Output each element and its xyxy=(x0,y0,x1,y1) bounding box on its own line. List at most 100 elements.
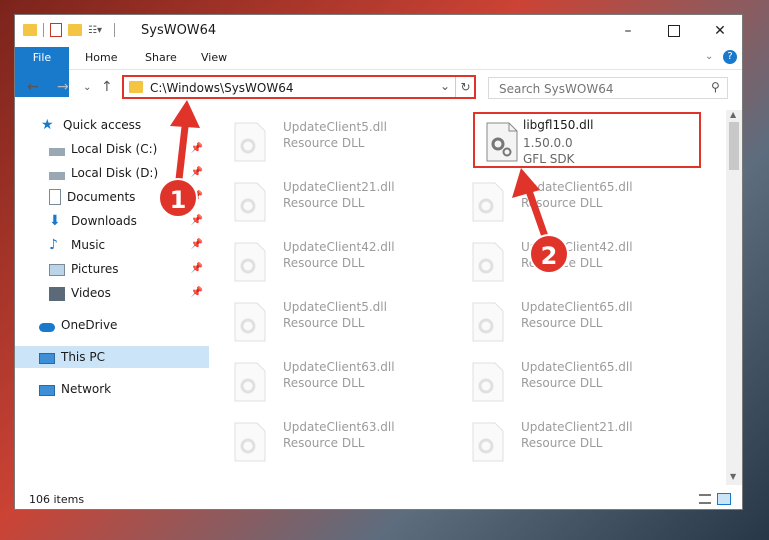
pin-icon[interactable]: 📌 xyxy=(191,210,203,232)
sidebar-item-label: Network xyxy=(61,382,112,396)
sidebar-item-label: Downloads xyxy=(71,214,137,228)
scrollbar-thumb[interactable] xyxy=(729,122,739,170)
dll-file-icon xyxy=(486,122,518,162)
pin-icon[interactable]: 📌 xyxy=(191,258,203,280)
item-count: 106 items xyxy=(29,493,85,506)
sidebar-item-label: Videos xyxy=(71,286,111,300)
computer-icon xyxy=(39,352,55,364)
file-item[interactable]: UpdateClient5.dll Resource DLL xyxy=(221,294,441,344)
file-item[interactable]: UpdateClient21.dll Resource DLL xyxy=(459,414,679,464)
minimize-button[interactable]: – xyxy=(605,15,651,47)
pin-icon[interactable]: 📌 xyxy=(191,282,203,304)
file-item[interactable]: UpdateClient63.dll Resource DLL xyxy=(221,414,441,464)
pin-icon[interactable]: 📌 xyxy=(191,162,203,184)
file-name: UpdateClient63.dll xyxy=(283,420,395,434)
sidebar-item-videos[interactable]: Videos 📌 xyxy=(15,282,209,304)
dll-file-icon xyxy=(472,242,504,282)
chevron-down-icon[interactable]: ⌄ xyxy=(705,51,713,62)
file-name: UpdateClient65.dll xyxy=(521,300,633,314)
dll-file-icon xyxy=(234,302,266,342)
pictures-icon xyxy=(49,264,65,276)
file-item[interactable]: UpdateClient21.dll Resource DLL xyxy=(221,174,441,224)
customize-icon[interactable]: ☷▾ xyxy=(88,25,102,36)
scroll-down-icon[interactable]: ▼ xyxy=(730,472,736,481)
up-button[interactable]: ↑ xyxy=(101,79,113,95)
sidebar-item-onedrive[interactable]: OneDrive xyxy=(15,314,209,336)
refresh-button[interactable]: ↻ xyxy=(455,77,475,97)
file-name: UpdateClient5.dll xyxy=(283,120,387,134)
star-icon: ★ xyxy=(41,117,54,133)
file-description: Resource DLL xyxy=(521,316,603,330)
music-note-icon: ♪ xyxy=(49,237,58,253)
drive-icon xyxy=(49,172,65,180)
search-icon[interactable]: ⚲ xyxy=(711,80,720,94)
file-description: Resource DLL xyxy=(283,196,365,210)
file-item[interactable]: UpdateClient42.dll Resource DLL xyxy=(459,234,679,284)
ribbon-tabs: File Home Share View ⌄ ? xyxy=(15,47,742,97)
forward-button[interactable]: → xyxy=(57,79,69,95)
file-item[interactable]: UpdateClient65.dll Resource DLL xyxy=(459,174,679,224)
file-name: UpdateClient42.dll xyxy=(283,240,395,254)
quick-access-toolbar: ☷▾ xyxy=(23,23,115,37)
large-icons-view-icon[interactable] xyxy=(717,493,731,505)
file-description: Resource DLL xyxy=(283,256,365,270)
divider xyxy=(113,23,115,37)
help-icon[interactable]: ? xyxy=(723,50,737,64)
details-view-icon[interactable] xyxy=(699,494,711,504)
sidebar-item-quick-access[interactable]: ★ Quick access xyxy=(15,114,209,136)
window-title: SysWOW64 xyxy=(141,23,217,38)
file-description: Resource DLL xyxy=(283,136,365,150)
download-arrow-icon: ⬇ xyxy=(49,213,61,229)
file-description: Resource DLL xyxy=(283,376,365,390)
maximize-button[interactable] xyxy=(651,15,697,47)
pin-icon[interactable]: 📌 xyxy=(191,234,203,256)
file-name: UpdateClient65.dll xyxy=(521,360,633,374)
film-icon xyxy=(49,286,65,301)
sidebar-item-music[interactable]: ♪ Music 📌 xyxy=(15,234,209,256)
status-bar: 106 items xyxy=(15,489,742,509)
file-description: Resource DLL xyxy=(283,316,365,330)
explorer-window: ☷▾ SysWOW64 – ✕ File Home Share View ⌄ ?… xyxy=(14,14,743,510)
file-item[interactable]: UpdateClient65.dll Resource DLL xyxy=(459,294,679,344)
properties-icon[interactable] xyxy=(50,23,62,37)
sidebar-item-this-pc[interactable]: This PC xyxy=(15,346,209,368)
sidebar-item-label: OneDrive xyxy=(61,318,118,332)
dll-file-icon xyxy=(234,122,266,162)
file-item[interactable]: UpdateClient42.dll Resource DLL xyxy=(221,234,441,284)
dll-file-icon xyxy=(472,302,504,342)
file-item[interactable]: UpdateClient65.dll Resource DLL xyxy=(459,354,679,404)
file-company: GFL SDK xyxy=(523,152,575,166)
navigation-pane: ★ Quick access Local Disk (C:) 📌 Local D… xyxy=(15,110,209,480)
dll-file-icon xyxy=(472,422,504,462)
address-bar[interactable]: C:\Windows\SysWOW64 ⌄ ↻ xyxy=(122,75,476,99)
title-bar: ☷▾ SysWOW64 – ✕ xyxy=(15,15,742,47)
file-item-libgfl150[interactable]: libgfl150.dll 1.50.0.0 GFL SDK xyxy=(473,112,701,168)
sidebar-item-pictures[interactable]: Pictures 📌 xyxy=(15,258,209,280)
vertical-scrollbar[interactable]: ▲ ▼ xyxy=(726,110,742,485)
sidebar-item-network[interactable]: Network xyxy=(15,378,209,400)
recent-locations-button[interactable]: ⌄ xyxy=(83,82,91,93)
file-description: Resource DLL xyxy=(283,436,365,450)
file-name: UpdateClient5.dll xyxy=(283,300,387,314)
back-button[interactable]: ← xyxy=(27,79,39,95)
tab-view[interactable]: View xyxy=(189,47,239,69)
dll-file-icon xyxy=(472,182,504,222)
tab-share[interactable]: Share xyxy=(133,47,189,69)
sidebar-item-label: Music xyxy=(71,238,106,252)
file-item[interactable]: UpdateClient5.dll Resource DLL xyxy=(221,114,441,164)
file-item[interactable]: UpdateClient63.dll Resource DLL xyxy=(221,354,441,404)
search-input[interactable] xyxy=(497,81,701,97)
sidebar-item-label: This PC xyxy=(61,350,105,364)
maximize-icon xyxy=(668,25,680,37)
tab-home[interactable]: Home xyxy=(73,47,129,69)
dll-file-icon xyxy=(234,242,266,282)
sidebar-item-local-disk-c[interactable]: Local Disk (C:) 📌 xyxy=(15,138,209,160)
step-2-badge: 2 xyxy=(529,234,569,274)
pin-icon[interactable]: 📌 xyxy=(191,138,203,160)
scroll-up-icon[interactable]: ▲ xyxy=(730,110,736,119)
chevron-down-icon[interactable]: ⌄ xyxy=(440,79,450,93)
close-button[interactable]: ✕ xyxy=(697,15,742,47)
file-name: UpdateClient21.dll xyxy=(283,180,395,194)
file-description: Resource DLL xyxy=(521,376,603,390)
new-folder-icon[interactable] xyxy=(68,24,82,36)
